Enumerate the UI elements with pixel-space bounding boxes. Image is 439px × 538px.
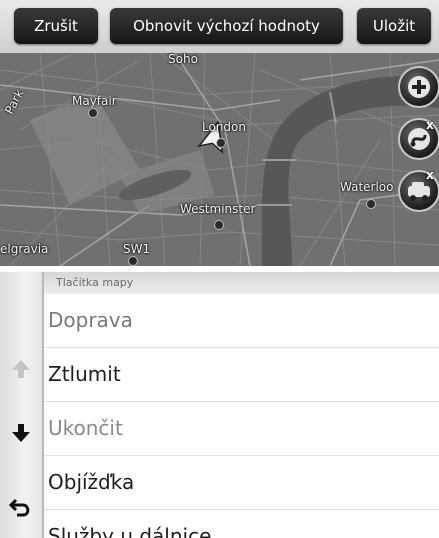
list-item-label: Ztlumit: [48, 362, 121, 386]
map-label-soho: Soho: [168, 52, 198, 66]
zoom-in-button[interactable]: [398, 66, 439, 108]
map-panel[interactable]: Zrušit Obnovit výchozí hodnoty Uložit So…: [0, 0, 439, 266]
map-label-london: London: [202, 120, 246, 134]
remove-mark-route: x: [426, 118, 434, 132]
map-pin-sw1: [128, 256, 138, 266]
list-header: Tlačítka mapy: [44, 272, 439, 294]
list-item-label: Doprava: [48, 308, 133, 332]
map-toolbar: Zrušit Obnovit výchozí hodnoty Uložit: [0, 0, 439, 53]
map-label-sw1: SW1: [123, 242, 151, 256]
map-pin-westminster: [214, 220, 224, 230]
list-item-label: Objížďka: [48, 470, 135, 494]
list-item-highway-services[interactable]: Služby u dálnice: [44, 510, 439, 538]
plus-icon: [408, 76, 430, 98]
list-header-title: Tlačítka mapy: [56, 276, 134, 289]
list-side-strip: [0, 272, 44, 538]
list-item-mute[interactable]: Ztlumit: [44, 348, 439, 402]
remove-mark-traffic: x: [426, 168, 434, 182]
map-label-mayfair: Mayfair: [72, 94, 117, 108]
restore-defaults-button[interactable]: Obnovit výchozí hodnoty: [110, 8, 343, 44]
map-label-westminster: Westminster: [180, 202, 256, 216]
map-label-belgravia: elgravia: [0, 242, 49, 256]
back-icon[interactable]: [8, 494, 34, 520]
list-item-stop[interactable]: Ukončit: [44, 402, 439, 456]
map-label-waterloo: Waterloo: [340, 180, 394, 194]
map-pin-mayfair: [88, 108, 98, 118]
map-pin-london: [216, 138, 226, 148]
list-item-label: Ukončit: [48, 416, 123, 440]
list-item-traffic[interactable]: Doprava: [44, 294, 439, 348]
arrow-up-icon[interactable]: [8, 356, 34, 382]
arrow-down-icon[interactable]: [8, 420, 34, 446]
list-item-detour[interactable]: Objížďka: [44, 456, 439, 510]
map-pin-waterloo: [366, 199, 376, 209]
list-item-label: Služby u dálnice: [48, 524, 212, 538]
save-button[interactable]: Uložit: [357, 8, 431, 44]
cancel-button[interactable]: Zrušit: [14, 8, 98, 44]
map-buttons-list-panel: Tlačítka mapy Doprava Ztlumit Ukončit Ob…: [0, 272, 439, 538]
